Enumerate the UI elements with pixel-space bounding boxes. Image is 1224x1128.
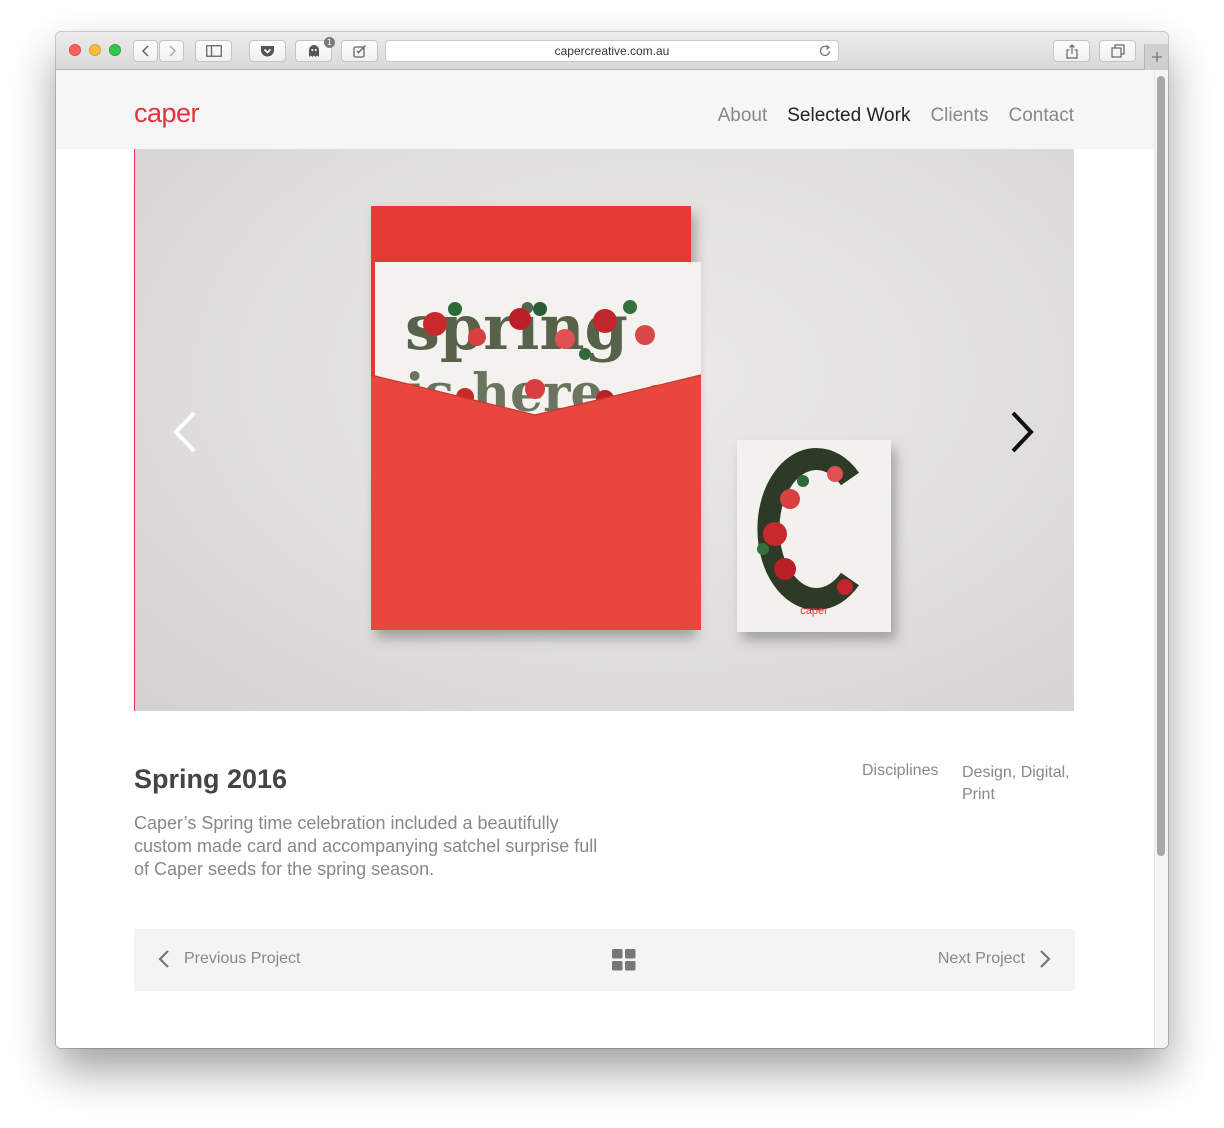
project-description: Caper’s Spring time celebration included… [134, 813, 598, 879]
slider-prev-arrow[interactable] [170, 409, 200, 455]
project-pager: Previous Project Next Project [134, 929, 1075, 991]
show-tabs-button[interactable] [1099, 40, 1136, 62]
disciplines-label: Disciplines [862, 762, 939, 779]
sidebar-icon [205, 45, 222, 57]
nav-about[interactable]: About [718, 105, 768, 127]
next-project-link[interactable]: Next Project [938, 949, 1051, 969]
site-header: caper About Selected Work Clients Contac… [56, 70, 1154, 149]
disciplines-value: Design, Digital, Print [962, 764, 1070, 803]
ghost-icon [308, 45, 319, 57]
nav-contact[interactable]: Contact [1009, 105, 1074, 127]
chevron-left-icon [141, 45, 149, 57]
chevron-right-icon [168, 45, 176, 57]
reload-icon[interactable] [818, 44, 832, 58]
forward-button[interactable] [159, 40, 184, 62]
nav-selected-work[interactable]: Selected Work [787, 105, 910, 127]
previous-project-link[interactable]: Previous Project [158, 949, 301, 969]
browser-toolbar: 1 capercreative.com.au [56, 32, 1168, 70]
plus-icon [1151, 52, 1162, 62]
page-scrollbar[interactable] [1154, 70, 1168, 1048]
card-logo: caper [800, 605, 828, 617]
site-logo[interactable]: caper [134, 98, 200, 129]
zoom-window-button[interactable] [109, 44, 121, 56]
project-title: Spring 2016 [134, 764, 288, 794]
share-icon [1065, 43, 1078, 59]
browser-window: 1 capercreative.com.au caper About Selec… [56, 32, 1168, 1048]
pocket-icon [261, 45, 274, 56]
chevron-left-icon [158, 950, 169, 968]
share-button[interactable] [1053, 40, 1090, 62]
address-bar[interactable]: capercreative.com.au [385, 40, 839, 62]
project-photo: spring is here [370, 206, 891, 632]
sidebar-toggle-button[interactable] [195, 40, 232, 62]
ghostery-extension-button[interactable]: 1 [295, 37, 335, 62]
nav-clients[interactable]: Clients [930, 105, 988, 127]
slider-next-arrow[interactable] [1007, 409, 1037, 455]
page-viewport: caper About Selected Work Clients Contac… [56, 70, 1168, 1048]
next-project-label: Next Project [937, 950, 1025, 967]
scrollbar-thumb[interactable] [1157, 76, 1165, 856]
back-button[interactable] [133, 40, 158, 62]
grid-view-icon[interactable] [612, 949, 636, 971]
chevron-right-icon [1040, 950, 1051, 968]
notes-extension-button[interactable] [341, 40, 378, 62]
project-image-slider: spring is here [134, 149, 1074, 711]
edit-note-icon [352, 45, 366, 58]
pocket-extension-button[interactable] [249, 40, 286, 62]
new-tab-button[interactable] [1144, 44, 1168, 70]
main-nav: About Selected Work Clients Contact [718, 105, 1074, 127]
minimize-window-button[interactable] [89, 44, 101, 56]
close-window-button[interactable] [69, 44, 81, 56]
previous-project-label: Previous Project [184, 950, 301, 967]
tabs-overview-icon [1110, 44, 1125, 58]
extension-badge: 1 [324, 37, 335, 48]
url-text: capercreative.com.au [554, 44, 670, 58]
